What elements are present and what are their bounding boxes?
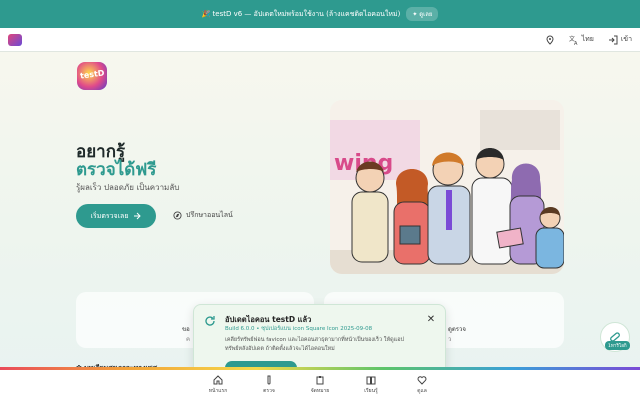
- login-icon: [608, 35, 618, 44]
- feature-card-1-title: ขอ: [182, 326, 190, 333]
- announcement-banner: 🎉 testD v6 — อัปเดตใหม่พร้อมใช้งาน (ล้าง…: [0, 0, 640, 28]
- consult-online-link[interactable]: ปรึกษาออนไลน์: [173, 210, 233, 221]
- consult-label: ปรึกษาออนไลน์: [186, 211, 233, 219]
- translate-icon: 文A: [569, 35, 578, 45]
- refresh-icon: [205, 316, 215, 326]
- update-meta: Build 6.0.0 • ซุปเปอร์แบน icon Square Ic…: [225, 326, 373, 332]
- arrow-right-icon: [134, 212, 142, 220]
- nav-item-learn[interactable]: เรียนรู้: [346, 370, 397, 400]
- nav-label-learn: เรียนรู้: [364, 388, 378, 394]
- banner-action-button[interactable]: ✦ ดูเลย: [406, 7, 439, 21]
- login-label: เข้า: [620, 35, 632, 43]
- app-logo[interactable]: [8, 33, 22, 46]
- hero-logo: testD: [77, 62, 107, 90]
- nav-item-care[interactable]: ดูแล: [397, 370, 448, 400]
- nav-label-home: หน้าแรก: [208, 388, 228, 394]
- location-button[interactable]: [545, 34, 555, 45]
- fab-badge: 1ทาริโอกิ: [605, 341, 630, 350]
- update-toast: อัปเดตไอคอน testD แล้ว Build 6.0.0 • ซุป…: [193, 304, 446, 376]
- close-icon[interactable]: ✕: [425, 314, 437, 326]
- banner-text: 🎉 testD v6 — อัปเดตใหม่พร้อมใช้งาน (ล้าง…: [201, 9, 401, 18]
- nav-item-test[interactable]: ตรวจ: [244, 370, 295, 400]
- start-test-button[interactable]: เริ่มตรวจเลย: [76, 204, 156, 228]
- login-button[interactable]: เข้า: [608, 34, 632, 45]
- compass-icon: [173, 211, 182, 220]
- nav-label-appointments: จัดหมาย: [310, 388, 330, 394]
- app-header: 文A ไทย เข้า: [0, 28, 640, 52]
- hero-subtitle: รู้ผลเร็ว ปลอดภัย เป็นความลับ: [76, 183, 180, 192]
- svg-text:A: A: [574, 41, 578, 45]
- nav-item-home[interactable]: หน้าแรก: [193, 370, 244, 400]
- home-icon: [213, 375, 223, 385]
- hero-illustration: wing: [330, 100, 564, 274]
- hero-title-line2: ตรวจได้ฟรี: [76, 160, 157, 180]
- start-test-label: เริ่มตรวจเลย: [90, 211, 129, 220]
- feature-card-2-title: ดูตรวจ: [448, 326, 466, 333]
- feature-card-1-desc: ค: [186, 336, 191, 343]
- heart-icon: [417, 376, 427, 385]
- language-switch[interactable]: 文A ไทย: [569, 34, 594, 45]
- bottom-nav: หน้าแรก ตรวจ จัดหมาย เรียนรู้ ดูแล: [0, 370, 640, 400]
- nav-label-test: ตรวจ: [263, 388, 275, 394]
- map-pin-icon: [546, 34, 554, 45]
- nav-label-care: ดูแล: [417, 388, 427, 394]
- nav-item-appointments[interactable]: จัดหมาย: [295, 370, 346, 400]
- test-tube-icon: [267, 375, 271, 385]
- clipboard-icon: [316, 376, 324, 385]
- book-icon: [366, 376, 376, 385]
- feature-card-2-desc: ว: [448, 336, 452, 343]
- update-body: เคลียร์ทรัพย์ฟอน favicon และไอคอนสาธุตาม…: [225, 337, 405, 352]
- language-label: ไทย: [581, 35, 594, 43]
